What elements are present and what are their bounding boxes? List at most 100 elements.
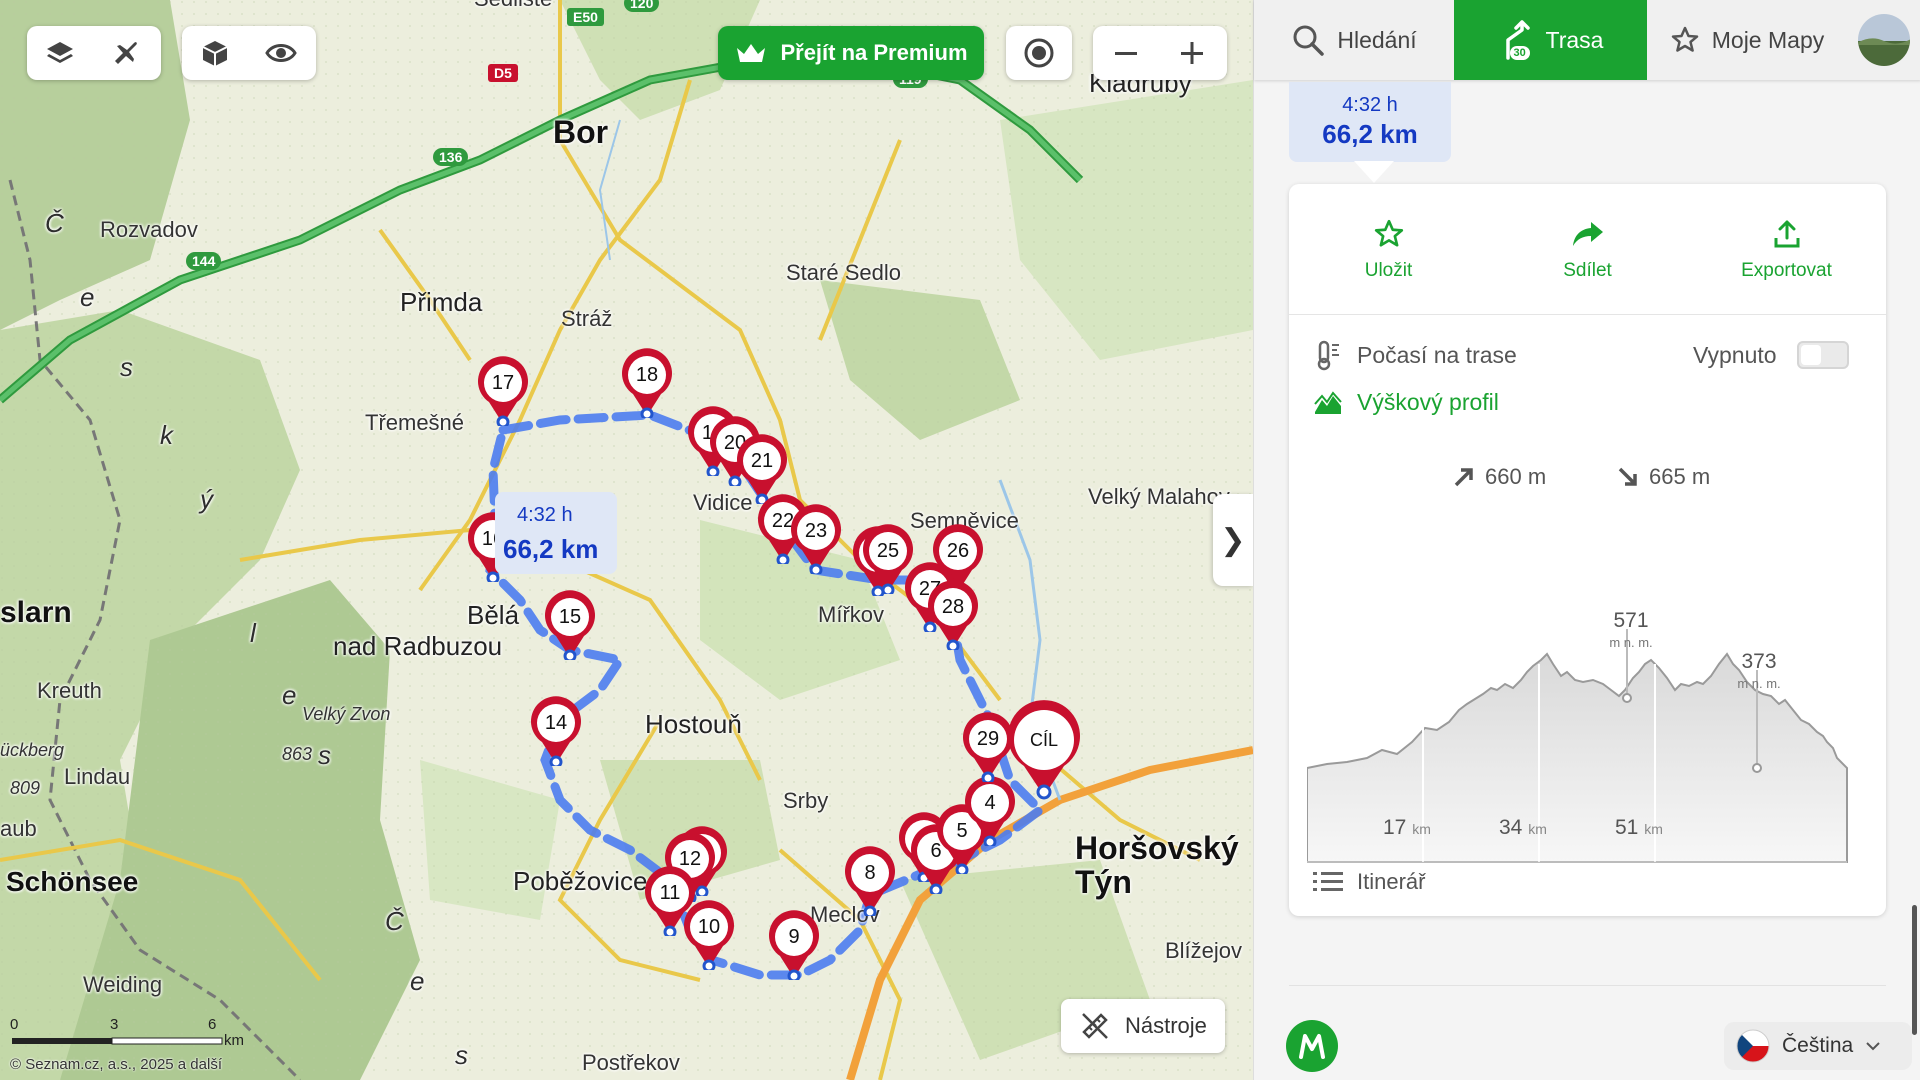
locate-icon [1024,38,1054,68]
tab-my-maps[interactable]: Moje Mapy [1647,0,1847,80]
scale-tick: 0 [10,1016,19,1033]
border-letter: Č [45,208,64,238]
route-waypoint-pin[interactable]: 15 [542,590,598,663]
place-label: Weiding [83,972,163,997]
route-detail-card: Uložit Sdílet Exportovat Počasí na trase… [1289,184,1886,916]
place-label: Staré Sedlo [786,260,901,285]
route-waypoint-pin[interactable]: 23 [788,504,844,577]
eye-icon [265,44,297,62]
zoom-group [1093,26,1227,80]
export-button[interactable]: Exportovat [1712,184,1862,314]
descent-value: 665 m [1649,464,1711,489]
waypoint-number: 10 [697,916,721,938]
tools-label: Nástroje [1125,1013,1207,1038]
route-waypoint-pin[interactable]: 17 [475,356,531,429]
border-letter: k [160,420,173,450]
place-label: Blížejov [1165,938,1243,963]
panel-tabs: Hledání 30 Trasa Moje Mapy [1254,0,1920,80]
finish-label: CÍL [1029,730,1058,750]
road-shield: 144 [186,252,222,270]
route-waypoint-pin[interactable]: 10 [681,900,737,973]
3d-button[interactable] [182,26,248,80]
map-view-group [182,26,316,80]
zoom-out-icon [1115,52,1137,55]
panorama-button[interactable] [248,26,314,80]
place-label: Horšovský [1075,830,1239,866]
route-waypoint-pin[interactable]: 9 [766,910,822,983]
summary-pointer [1354,161,1394,183]
waypoint-number: 28 [941,596,965,618]
end-unit: m n. m. [1737,676,1781,691]
user-avatar[interactable] [1847,0,1920,80]
peak-unit: m n. m. [1609,635,1653,650]
road-shield: D5 [488,64,518,82]
scale-tick: 6 [208,1016,217,1033]
language-select[interactable]: Čeština [1724,1022,1912,1070]
route-finish-pin[interactable]: CÍL [1004,700,1084,800]
layers-button[interactable] [27,26,93,80]
peak-elevation: 571 [1613,609,1649,632]
place-label: nad Radbuzou [333,631,503,661]
ruler-tools-icon [1082,1013,1108,1039]
route-waypoint-pin[interactable]: 18 [619,348,675,421]
place-label: Stráž [561,306,613,331]
place-label: Týn [1075,864,1132,900]
border-letter: s [120,352,133,382]
place-label: 863 [282,744,313,764]
route-waypoint-pin[interactable]: 28 [925,580,981,653]
place-label: Rozvadov [100,217,198,242]
chevron-right-icon: ❯ [1220,523,1246,557]
share-button[interactable]: Sdílet [1513,184,1663,314]
tooltip-time: 4:32 h [517,504,573,526]
weather-toggle[interactable] [1797,341,1849,369]
locate-button[interactable] [1006,26,1072,80]
end-elevation: 373 [1741,650,1777,673]
border-letter: e [80,282,95,312]
thermometer-icon [1317,340,1339,371]
layers-icon [47,42,73,63]
list-icon [1313,872,1343,891]
route-summary[interactable]: 4:32 h 66,2 km [1289,82,1451,162]
weather-state: Vypnuto [1693,342,1777,368]
language-label: Čeština [1782,1034,1854,1057]
place-label: 809 [10,778,41,798]
tab-search[interactable]: Hledání [1254,0,1454,80]
scale-tick: 3 [110,1016,119,1033]
route-tooltip[interactable]: 4:32 h 66,2 km [495,492,617,574]
place-label: Schönsee [6,866,139,897]
place-label: Srby [783,788,829,813]
place-label: Lindau [64,764,131,789]
collapse-panel-button[interactable]: ❯ [1213,494,1253,586]
avatar [1858,14,1910,66]
premium-button[interactable]: Přejít na Premium [718,26,984,80]
tab-route[interactable]: 30 Trasa [1454,0,1647,80]
km-tick: 17 km [1383,816,1431,839]
place-label: Poběžovice [513,866,648,896]
itinerary-label: Itinerář [1357,869,1426,894]
border-letter: s [455,1040,468,1070]
share-label: Sdílet [1563,260,1612,281]
place-label: Hostouň [645,709,742,739]
zoom-in-button[interactable] [1159,26,1225,80]
plane-button[interactable] [93,26,159,80]
copyright-link[interactable]: © Seznam.cz, a.s., 2025 a další [10,1056,222,1073]
route-waypoint-pin[interactable]: 8 [842,846,898,919]
panel-scrollbar[interactable] [1912,905,1917,1035]
map-canvas[interactable]: Sedliště Bor Kladruby Přimda Rozvadov St… [0,0,1253,1080]
mapy-logo[interactable] [1286,1020,1338,1072]
itinerary-button[interactable]: Itinerář [1313,869,1425,895]
scale-unit: km [224,1032,244,1049]
tools-button[interactable]: Nástroje [1061,999,1225,1053]
zoom-out-button[interactable] [1093,26,1159,80]
profile-row[interactable]: Výškový profil [1313,389,1499,416]
weather-row: Počasí na trase [1313,339,1517,371]
zoom-in-icon [1181,42,1203,64]
route-waypoint-pin[interactable]: 14 [528,696,584,769]
place-label: Kreuth [37,678,102,703]
route-badge: 30 [1509,46,1530,60]
ascent-value: 660 m [1485,464,1547,489]
plane-icon [115,42,137,64]
save-button[interactable]: Uložit [1314,184,1464,314]
route-icon: 30 [1498,18,1534,62]
place-label: Sedliště [474,0,552,12]
